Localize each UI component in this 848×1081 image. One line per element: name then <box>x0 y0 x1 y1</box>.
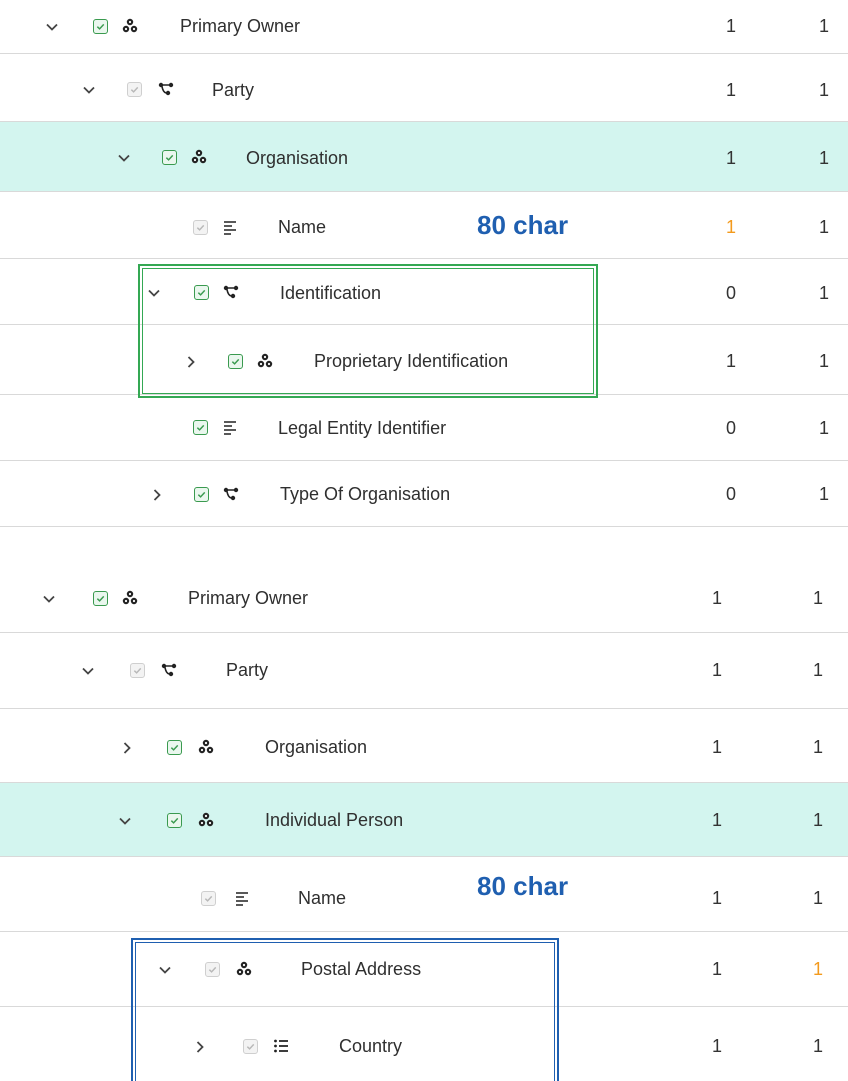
min-occurs: 1 <box>711 1036 722 1056</box>
row-label: Name <box>278 217 327 237</box>
tree-row-primary-owner[interactable]: Primary Owner 1 1 <box>0 565 848 633</box>
row-label: Individual Person <box>265 810 404 830</box>
min-occurs: 1 <box>725 80 736 100</box>
max-occurs: 1 <box>818 283 829 303</box>
annotation-label: 80 char <box>477 871 569 901</box>
row-label: Type Of Organisation <box>280 484 451 504</box>
min-occurs: 1 <box>711 959 722 979</box>
row-label: Legal Entity Identifier <box>278 418 447 438</box>
chevron-down-icon[interactable] <box>81 664 95 678</box>
chevron-right-icon[interactable] <box>150 488 164 502</box>
max-occurs: 1 <box>818 16 829 36</box>
annotation-box-blue <box>131 938 559 1081</box>
max-occurs: 1 <box>818 80 829 100</box>
tree-row-organisation[interactable]: Organisation 1 1 <box>0 122 848 192</box>
tree-row-party[interactable]: Party 1 1 <box>0 633 848 709</box>
min-occurs: 1 <box>711 810 722 830</box>
min-occurs: 1 <box>725 16 736 36</box>
chevron-down-icon[interactable] <box>82 83 96 97</box>
min-occurs: 0 <box>725 484 736 504</box>
checkbox[interactable] <box>93 19 108 34</box>
annotation-label: 80 char <box>477 210 569 240</box>
tree-row-name[interactable]: Name 1 1 <box>0 857 848 932</box>
checkbox[interactable] <box>130 663 145 678</box>
group-icon <box>120 17 140 35</box>
chevron-down-icon[interactable] <box>42 592 56 606</box>
chevron-down-icon[interactable] <box>118 814 132 828</box>
min-occurs: 1 <box>725 351 736 371</box>
checkbox[interactable] <box>162 150 177 165</box>
checkbox[interactable] <box>201 891 216 906</box>
text-lines-icon <box>220 418 240 436</box>
row-label: Primary Owner <box>180 16 301 36</box>
max-occurs: 1 <box>812 888 823 908</box>
choice-branch-icon <box>156 80 176 98</box>
tree-row-name[interactable]: Name 1 1 <box>0 192 848 259</box>
tree-panel-1: Primary Owner 1 1 Party 1 1 Organisation… <box>0 0 848 527</box>
max-occurs: 1 <box>812 810 823 830</box>
tree-row-individual-person[interactable]: Individual Person 1 1 <box>0 783 848 857</box>
min-occurs: 1 <box>711 588 722 608</box>
chevron-right-icon[interactable] <box>120 741 134 755</box>
tree-row-primary-owner[interactable]: Primary Owner 1 1 <box>0 0 848 54</box>
max-occurs: 1 <box>818 418 829 438</box>
tree-row-legal-entity-identifier[interactable]: Legal Entity Identifier 0 1 <box>0 395 848 461</box>
min-occurs: 1 <box>711 737 722 757</box>
tree-row-type-of-organisation[interactable]: Type Of Organisation 0 1 <box>0 461 848 527</box>
tree-row-party[interactable]: Party 1 1 <box>0 54 848 122</box>
group-icon <box>196 738 216 756</box>
annotation-box-green <box>138 264 598 398</box>
row-label: Primary Owner <box>188 588 309 608</box>
text-lines-icon <box>220 218 240 236</box>
tree-panel-2: Primary Owner 1 1 Party 1 1 Organisation… <box>0 565 848 1081</box>
tree-row-organisation[interactable]: Organisation 1 1 <box>0 709 848 783</box>
max-occurs: 1 <box>818 351 829 371</box>
min-occurs: 0 <box>725 418 736 438</box>
checkbox[interactable] <box>127 82 142 97</box>
max-occurs: 1 <box>818 148 829 168</box>
group-icon <box>196 811 216 829</box>
choice-branch-icon <box>159 661 179 679</box>
group-icon <box>189 148 209 166</box>
checkbox[interactable] <box>193 220 208 235</box>
checkbox[interactable] <box>193 420 208 435</box>
max-occurs: 1 <box>812 737 823 757</box>
min-occurs: 1 <box>711 660 722 680</box>
text-lines-icon <box>232 889 252 907</box>
chevron-down-icon[interactable] <box>45 20 59 34</box>
row-label: Name <box>298 888 347 908</box>
max-occurs: 1 <box>812 959 823 979</box>
choice-branch-icon <box>221 485 241 503</box>
checkbox[interactable] <box>167 813 182 828</box>
checkbox[interactable] <box>167 740 182 755</box>
max-occurs: 1 <box>818 484 829 504</box>
chevron-down-icon[interactable] <box>117 151 131 165</box>
max-occurs: 1 <box>812 588 823 608</box>
min-occurs: 1 <box>711 888 722 908</box>
min-occurs: 1 <box>725 217 736 237</box>
min-occurs: 1 <box>725 148 736 168</box>
max-occurs: 1 <box>812 1036 823 1056</box>
max-occurs: 1 <box>812 660 823 680</box>
min-occurs: 0 <box>725 283 736 303</box>
row-label: Organisation <box>265 737 368 757</box>
row-label: Party <box>212 80 255 100</box>
checkbox[interactable] <box>194 487 209 502</box>
row-label: Party <box>226 660 269 680</box>
checkbox[interactable] <box>93 591 108 606</box>
row-label: Organisation <box>246 148 349 168</box>
max-occurs: 1 <box>818 217 829 237</box>
group-icon <box>120 589 140 607</box>
